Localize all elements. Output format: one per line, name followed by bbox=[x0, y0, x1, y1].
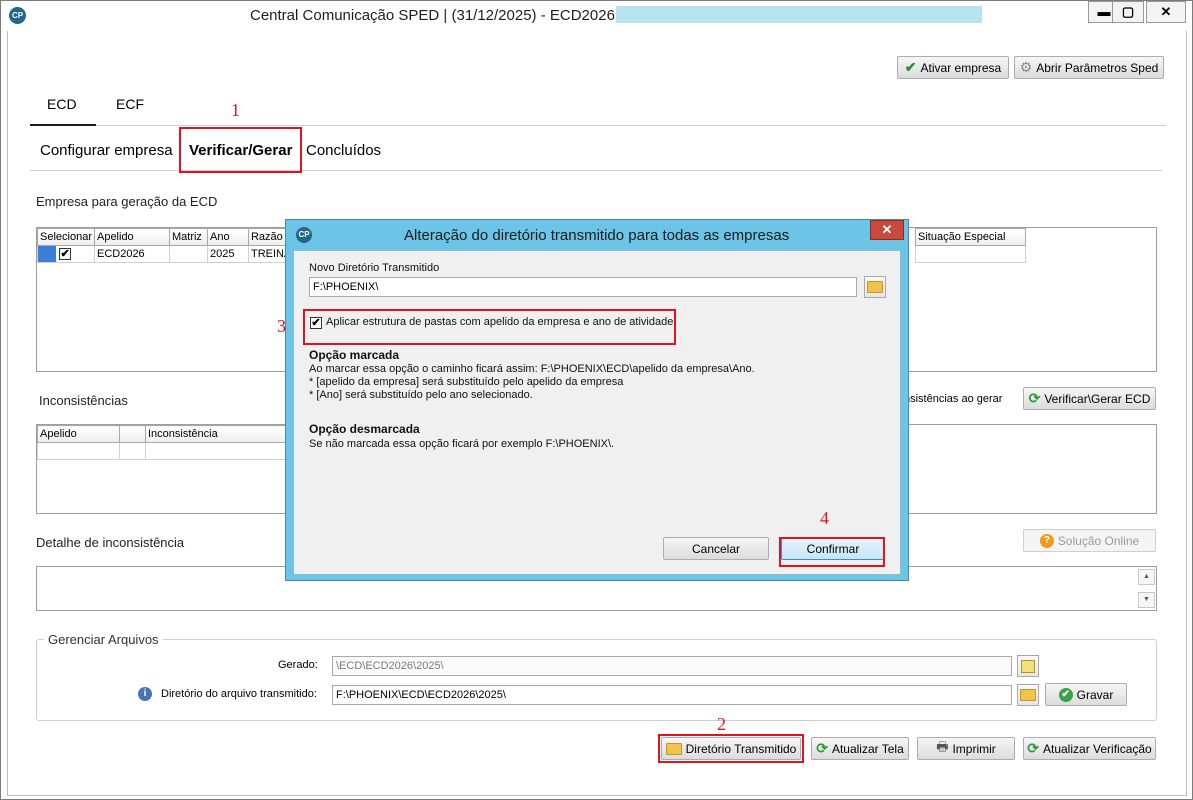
col-inc-apelido[interactable]: Apelido bbox=[37, 425, 120, 443]
checked-line-2: * [apelido da empresa] será substituído … bbox=[309, 376, 624, 388]
redacted-title-area bbox=[616, 6, 982, 23]
folder-icon bbox=[867, 281, 883, 293]
printer-icon: 🖶 bbox=[936, 738, 949, 754]
col-selecionar[interactable]: Selecionar bbox=[37, 228, 95, 246]
annotation-box-3 bbox=[303, 309, 676, 345]
col-apelido[interactable]: Apelido bbox=[93, 228, 170, 246]
col-matriz[interactable]: Matriz bbox=[168, 228, 208, 246]
manage-files-title: Gerenciar Arquivos bbox=[44, 632, 163, 647]
tab-active-indicator bbox=[30, 124, 96, 126]
scroll-up-button[interactable]: ▲ bbox=[1138, 569, 1155, 585]
checked-line-3: * [Ano] será substituído pelo ano seleci… bbox=[309, 389, 533, 401]
unchecked-option-heading: Opção desmarcada bbox=[309, 422, 420, 436]
maximize-button[interactable]: ▢ bbox=[1112, 1, 1144, 23]
special-situation-column: Situação Especial bbox=[915, 228, 1026, 264]
row-select-cell[interactable]: ✔ bbox=[37, 245, 95, 263]
refresh-icon: ⟳ bbox=[816, 740, 828, 756]
tab-ecd[interactable]: ECD bbox=[47, 96, 77, 112]
scroll-down-button[interactable]: ▼ bbox=[1138, 592, 1155, 608]
refresh-icon: ⟳ bbox=[1027, 740, 1039, 756]
annotation-number-2: 2 bbox=[717, 714, 726, 734]
dialog-close-button[interactable]: ✕ bbox=[870, 220, 904, 240]
info-icon: i bbox=[138, 687, 152, 701]
new-dir-label: Novo Diretório Transmitido bbox=[309, 262, 440, 274]
refresh-check-label: Atualizar Verificação bbox=[1043, 741, 1152, 756]
row-situacao-especial bbox=[915, 245, 1026, 263]
tab-ecf[interactable]: ECF bbox=[116, 96, 144, 112]
subtab-completed[interactable]: Concluídos bbox=[306, 142, 381, 159]
verify-generate-button[interactable]: ⟳ Verificar\Gerar ECD bbox=[1023, 387, 1156, 410]
unchecked-line: Se não marcada essa opção ficará por exe… bbox=[309, 438, 615, 450]
close-button[interactable]: ✕ bbox=[1146, 1, 1186, 23]
dialog-title: Alteração do diretório transmitido para … bbox=[404, 227, 790, 244]
table-row[interactable] bbox=[37, 442, 286, 460]
browse-transmitted-button[interactable] bbox=[1017, 684, 1039, 706]
new-dir-field[interactable]: F:\PHOENIX\ bbox=[309, 277, 857, 297]
inconsistencies-header-row: Apelido Inconsistência bbox=[37, 425, 286, 443]
annotation-number-3: 3 bbox=[277, 316, 286, 336]
col-ano[interactable]: Ano bbox=[206, 228, 249, 246]
row-matriz bbox=[168, 245, 208, 263]
generated-label: Gerado: bbox=[278, 659, 318, 671]
annotation-box-4 bbox=[779, 537, 885, 567]
refresh-icon: ⟳ bbox=[1028, 390, 1041, 406]
folder-icon bbox=[1020, 689, 1036, 701]
annotation-number-4: 4 bbox=[820, 508, 829, 528]
inconsistencies-table: Apelido Inconsistência bbox=[37, 425, 286, 460]
window-title: Central Comunicação SPED | (31/12/2025) … bbox=[250, 7, 625, 24]
generated-path-field[interactable]: \ECD\ECD2026\2025\ bbox=[332, 656, 1012, 676]
row-ano: 2025 bbox=[206, 245, 249, 263]
tab-divider bbox=[30, 125, 1166, 126]
companies-label: Empresa para geração da ECD bbox=[36, 194, 218, 209]
dialog-body: Novo Diretório Transmitido F:\PHOENIX\ ✔… bbox=[293, 250, 901, 575]
companies-header-row: Selecionar Apelido Matriz Ano Razão S bbox=[37, 228, 299, 246]
annotation-box-1 bbox=[179, 127, 302, 173]
annotation-number-1: 1 bbox=[231, 100, 240, 120]
edit-generated-button[interactable] bbox=[1017, 655, 1039, 677]
manage-files-group bbox=[36, 639, 1157, 721]
edit-icon bbox=[1021, 659, 1035, 673]
check-icon: ✔ bbox=[904, 59, 917, 75]
refresh-screen-button[interactable]: ⟳ Atualizar Tela bbox=[811, 737, 909, 760]
online-solution-button[interactable]: ? Solução Online bbox=[1023, 529, 1156, 552]
open-sped-params-label: Abrir Parâmetros Sped bbox=[1036, 60, 1159, 75]
dialog-app-icon: CP bbox=[296, 227, 312, 243]
activate-company-button[interactable]: ✔ Ativar empresa bbox=[897, 56, 1009, 79]
refresh-screen-label: Atualizar Tela bbox=[831, 741, 904, 756]
ignore-inconsistencies-label[interactable]: nsistências ao gerar bbox=[904, 393, 1002, 405]
activate-company-label: Ativar empresa bbox=[920, 60, 1002, 75]
open-sped-params-button[interactable]: ⚙ Abrir Parâmetros Sped bbox=[1014, 56, 1164, 79]
checked-line-1: Ao marcar essa opção o caminho ficará as… bbox=[309, 363, 755, 375]
col-situacao-especial[interactable]: Situação Especial bbox=[915, 228, 1026, 246]
row-checkbox[interactable]: ✔ bbox=[59, 248, 72, 260]
detail-label: Detalhe de inconsistência bbox=[36, 535, 185, 550]
companies-table: Selecionar Apelido Matriz Ano Razão S ✔ … bbox=[37, 228, 299, 263]
annotation-box-2 bbox=[658, 734, 804, 763]
print-button[interactable]: 🖶 Imprimir bbox=[917, 737, 1015, 760]
row-apelido: ECD2026 bbox=[93, 245, 170, 263]
online-solution-label: Solução Online bbox=[1057, 533, 1140, 548]
print-label: Imprimir bbox=[952, 741, 996, 756]
checked-option-heading: Opção marcada bbox=[309, 348, 400, 362]
transmitted-dir-label: Diretório do arquivo transmitido: bbox=[161, 688, 317, 700]
ok-icon: ✔ bbox=[1058, 687, 1073, 702]
save-button[interactable]: ✔ Gravar bbox=[1045, 683, 1127, 706]
row-selector[interactable] bbox=[38, 246, 56, 262]
table-row[interactable]: ✔ ECD2026 2025 TREINA bbox=[37, 245, 299, 263]
subtab-configure-company[interactable]: Configurar empresa bbox=[40, 142, 173, 159]
cancel-label: Cancelar bbox=[691, 541, 741, 556]
app-icon: CP bbox=[9, 7, 26, 24]
col-inconsistencia[interactable]: Inconsistência bbox=[145, 425, 286, 443]
save-label: Gravar bbox=[1076, 687, 1114, 702]
browse-new-dir-button[interactable] bbox=[864, 276, 886, 298]
help-icon: ? bbox=[1039, 533, 1054, 548]
refresh-check-button[interactable]: ⟳ Atualizar Verificação bbox=[1023, 737, 1156, 760]
gear-icon: ⚙ bbox=[1019, 59, 1033, 75]
transmitted-dir-field[interactable]: F:\PHOENIX\ECD\ECD2026\2025\ bbox=[332, 685, 1012, 705]
change-directory-dialog: CP Alteração do diretório transmitido pa… bbox=[285, 219, 909, 581]
col-inc-blank[interactable] bbox=[119, 425, 146, 443]
cancel-button[interactable]: Cancelar bbox=[663, 537, 769, 560]
verify-generate-label: Verificar\Gerar ECD bbox=[1044, 391, 1151, 406]
inconsistencies-label: Inconsistências bbox=[39, 393, 128, 408]
